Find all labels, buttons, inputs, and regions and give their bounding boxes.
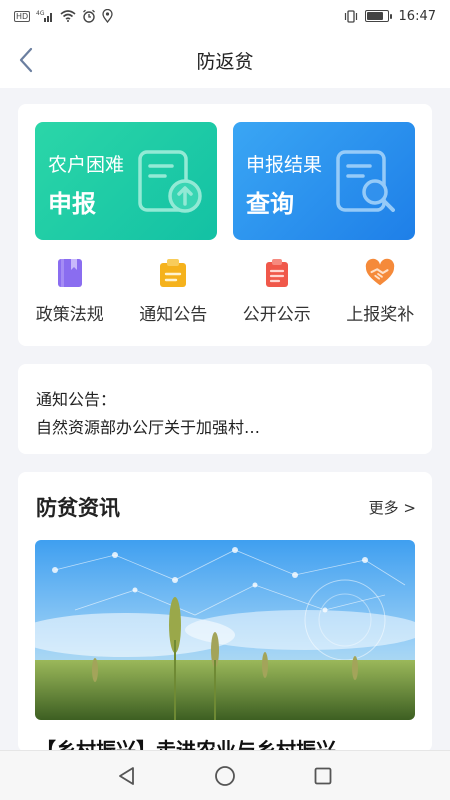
status-bar: HD 4G 16:47 — [0, 0, 450, 32]
shortcut-label: 政策法规 — [35, 305, 104, 325]
alarm-icon — [82, 9, 96, 23]
shortcut-reward[interactable]: 上报奖补 — [329, 250, 433, 330]
hd-icon: HD — [14, 10, 31, 22]
query-result-button[interactable]: 申报结果 查询 — [233, 122, 415, 240]
notice-text[interactable]: 自然资源部办公厅关于加强村… — [36, 414, 416, 438]
document-list-icon — [262, 258, 292, 288]
shortcut-label: 通知公告 — [139, 305, 208, 325]
shortcut-label: 公开公示 — [242, 305, 311, 325]
page-title: 防返贫 — [196, 50, 254, 73]
query-button-line1: 申报结果 — [246, 155, 323, 176]
wifi-icon — [60, 10, 76, 22]
nav-back-button[interactable] — [113, 762, 141, 790]
news-card: 防贫资讯 更多 > 【乡村振兴】走进农业与乡村振兴 — [18, 472, 432, 752]
svg-text:4G: 4G — [36, 10, 45, 17]
clipboard-icon — [158, 258, 188, 288]
nav-home-button[interactable] — [211, 762, 239, 790]
system-nav-bar — [0, 750, 450, 800]
status-time: 16:47 — [398, 8, 436, 24]
news-image[interactable] — [35, 540, 415, 720]
shortcut-label: 上报奖补 — [346, 305, 415, 325]
notice-card[interactable]: 通知公告： 自然资源部办公厅关于加强村… — [18, 364, 432, 454]
back-button[interactable] — [8, 42, 44, 78]
shortcut-publicity[interactable]: 公开公示 — [225, 250, 329, 330]
signal-icon: 4G — [36, 10, 54, 22]
document-upload-icon — [138, 150, 202, 213]
triangle-back-icon — [119, 766, 134, 785]
location-icon — [102, 9, 113, 23]
circle-home-icon — [215, 765, 235, 786]
document-search-icon — [336, 150, 395, 212]
vibrate-icon — [343, 9, 359, 23]
handshake-heart-icon — [365, 258, 395, 288]
services-card: 农户困难 申报 申报结果 查询 政策法规 通知公告 公开公示 上报奖补 — [18, 104, 432, 346]
shortcut-row: 政策法规 通知公告 公开公示 上报奖补 — [18, 250, 432, 330]
query-button-line2: 查询 — [246, 190, 294, 218]
app-header: 防返贫 — [0, 32, 450, 88]
nav-recent-button[interactable] — [309, 762, 337, 790]
shortcut-notice[interactable]: 通知公告 — [122, 250, 226, 330]
report-button-line2: 申报 — [48, 190, 96, 218]
report-difficulty-button[interactable]: 农户困难 申报 — [35, 122, 217, 240]
shortcut-policy[interactable]: 政策法规 — [18, 250, 122, 330]
chevron-left-icon — [19, 47, 33, 73]
battery-icon — [364, 10, 392, 22]
square-recent-icon — [314, 767, 332, 784]
news-section-title: 防贫资讯 — [36, 496, 120, 520]
book-icon — [55, 258, 85, 288]
report-button-line1: 农户困难 — [48, 155, 125, 176]
news-more-link[interactable]: 更多 > — [369, 497, 416, 518]
notice-title: 通知公告： — [36, 390, 117, 409]
